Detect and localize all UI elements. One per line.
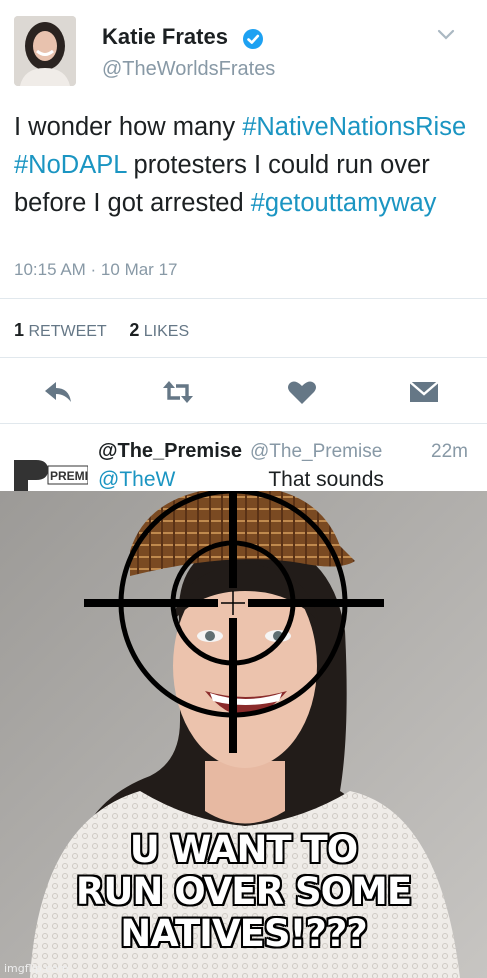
- tweet-card: Katie Frates @TheWorldsFrates I wonder h…: [0, 0, 487, 491]
- hashtag-link[interactable]: #NoDAPL: [14, 151, 126, 179]
- tweet-text: I wonder how many #NativeNationsRise #No…: [14, 108, 474, 222]
- reply-text-segment: That sounds: [268, 468, 384, 491]
- hashtag-link[interactable]: #getouttamyway: [251, 189, 437, 217]
- like-label[interactable]: LIKES: [144, 323, 189, 340]
- chevron-down-icon[interactable]: [436, 28, 456, 42]
- premise-logo-text: PREMISE: [50, 469, 88, 483]
- meme-caption-line: U WANT TO: [129, 828, 359, 871]
- reply-mention[interactable]: @TheW: [98, 468, 175, 491]
- retweet-count[interactable]: 1: [14, 320, 24, 340]
- reply-icon[interactable]: [42, 378, 74, 406]
- verified-badge-icon: [243, 29, 263, 49]
- meme-caption-line: RUN OVER SOME: [75, 870, 412, 913]
- reply-text: @TheW That sounds: [98, 468, 384, 491]
- divider: [0, 298, 487, 299]
- divider: [0, 423, 487, 424]
- watermark: imgflip.com: [4, 962, 69, 975]
- reply-timestamp[interactable]: 22m: [431, 441, 468, 463]
- premise-logo[interactable]: PREMISE: [14, 452, 88, 491]
- meme-caption-line: NATIVES!???: [120, 912, 368, 955]
- retweet-icon[interactable]: [162, 378, 194, 406]
- author-avatar[interactable]: [14, 16, 76, 86]
- tweet-stats: 1 RETWEET 2 LIKES: [14, 320, 189, 341]
- tweet-text-segment: I wonder how many: [14, 113, 243, 141]
- like-count[interactable]: 2: [129, 320, 139, 340]
- message-icon[interactable]: [408, 378, 440, 406]
- reply-author-handle[interactable]: @The_Premise: [250, 441, 382, 463]
- tweet-timestamp[interactable]: 10:15 AM · 10 Mar 17: [14, 260, 177, 280]
- author-handle[interactable]: @TheWorldsFrates: [102, 58, 275, 81]
- author-name[interactable]: Katie Frates: [102, 24, 228, 50]
- hashtag-link[interactable]: #NativeNationsRise: [242, 113, 466, 141]
- retweet-label[interactable]: RETWEET: [28, 323, 106, 340]
- like-icon[interactable]: [286, 378, 318, 406]
- reply-author-name[interactable]: @The_Premise: [98, 440, 242, 463]
- divider: [0, 357, 487, 358]
